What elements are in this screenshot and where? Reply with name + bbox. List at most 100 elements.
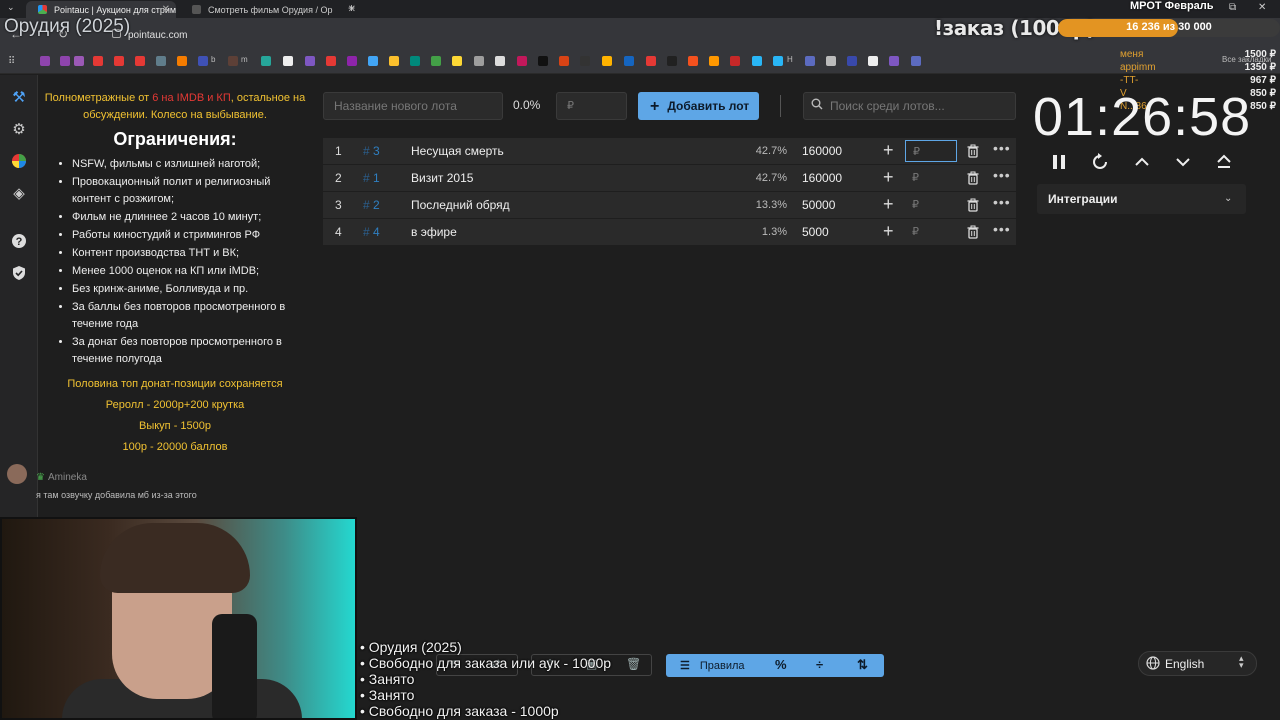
lot-name[interactable]: Несущая смерть [411,144,504,158]
chevron-down-icon[interactable] [1172,151,1194,173]
lot-name[interactable]: в эфире [411,225,457,239]
shield-icon[interactable] [10,265,28,283]
add-amount-icon[interactable]: + [883,140,894,161]
url-text[interactable]: pointauc.com [128,30,187,41]
bookmark-icon[interactable] [368,56,378,66]
lot-row[interactable]: 2 # 1 Визит 2015 42.7% 160000 + ₽ ••• [323,165,1016,191]
percent-icon[interactable]: % [775,657,787,672]
lot-add-amount-input[interactable]: ₽ [905,194,957,216]
double-chevron-up-icon[interactable] [1213,151,1235,173]
bookmark-icon[interactable] [452,56,462,66]
new-lot-amount-input[interactable]: ₽ [556,92,627,120]
trash-icon[interactable] [966,198,980,212]
lot-search-input[interactable]: Поиск среди лотов... [803,92,1016,120]
reset-timer-icon[interactable] [1089,151,1111,173]
bookmark-icon[interactable] [709,56,719,66]
bookmark-icon[interactable] [688,56,698,66]
bookmark-icon[interactable] [889,56,899,66]
bookmark-icon[interactable] [805,56,815,66]
bookmark-icon[interactable] [261,56,271,66]
lot-row[interactable]: 4 # 4 в эфире 1.3% 5000 + ₽ ••• [323,219,1016,245]
more-options-icon[interactable]: ••• [993,194,1011,210]
trash-icon[interactable] [966,144,980,158]
clear-lots-icon[interactable]: 🗑 [626,657,641,671]
rules-button[interactable]: ☰ Правила [680,659,745,672]
bookmark-icon[interactable] [826,56,836,66]
bookmark-icon[interactable] [410,56,420,66]
bookmark-icon[interactable] [495,56,505,66]
bookmark-icon[interactable] [911,56,921,66]
close-window-icon[interactable]: ✕ [1258,2,1266,13]
apps-icon[interactable]: ⠿ [8,56,15,67]
lot-add-amount-input[interactable]: ₽ [905,221,957,243]
bookmark-icon[interactable] [667,56,677,66]
add-amount-icon[interactable]: + [883,221,894,242]
lot-add-amount-input[interactable]: ₽ [905,140,957,162]
lot-amount[interactable]: 160000 [802,144,842,158]
pause-icon[interactable] [1048,151,1070,173]
lot-amount[interactable]: 160000 [802,171,842,185]
tab-film[interactable]: Смотреть фильм Орудия / Ор ✕ [180,1,362,18]
bookmark-icon[interactable] [431,56,441,66]
bookmark-icon[interactable] [228,56,238,66]
bookmark-icon[interactable] [646,56,656,66]
chevron-up-icon[interactable] [1131,151,1153,173]
layers-icon[interactable]: ◈ [10,185,28,203]
bookmark-label[interactable]: H [787,55,793,64]
close-icon[interactable]: ✕ [162,4,170,15]
bookmark-icon[interactable] [538,56,548,66]
bookmark-icon[interactable] [730,56,740,66]
trash-icon[interactable] [966,171,980,185]
tab-list-icon[interactable]: ⌄ [7,2,15,13]
lot-name[interactable]: Визит 2015 [411,171,473,185]
help-icon[interactable]: ? [10,233,28,251]
lot-add-amount-input[interactable]: ₽ [905,167,957,189]
restore-window-icon[interactable]: ⧉ [1229,2,1236,13]
lot-row[interactable]: 1 # 3 Несущая смерть 42.7% 160000 + ₽ ••… [323,138,1016,164]
bookmark-icon[interactable] [60,56,70,66]
lot-name[interactable]: Последний обряд [411,198,510,212]
new-tab-icon[interactable]: + [348,1,355,15]
add-amount-icon[interactable]: + [883,194,894,215]
chevron-down-icon[interactable]: ⌄ [1224,193,1232,204]
new-lot-name-input[interactable]: Название нового лота [323,92,503,120]
youtube-icon[interactable] [114,56,124,66]
add-amount-icon[interactable]: + [883,167,894,188]
add-lot-button[interactable]: + Добавить лот [638,92,759,120]
bookmark-icon[interactable] [389,56,399,66]
bookmark-icon[interactable] [559,56,569,66]
compact-view-icon[interactable]: ÷ [816,657,823,672]
wheel-icon[interactable] [10,153,28,171]
bookmark-icon[interactable] [93,56,103,66]
auction-hammer-icon[interactable]: ⚒ [10,89,28,107]
bookmark-icon[interactable] [773,56,783,66]
bookmark-icon[interactable] [156,56,166,66]
bookmark-icon[interactable] [847,56,857,66]
lot-row[interactable]: 3 # 2 Последний обряд 13.3% 50000 + ₽ ••… [323,192,1016,218]
more-options-icon[interactable]: ••• [993,221,1011,237]
bookmark-icon[interactable] [474,56,484,66]
bookmark-icon[interactable] [326,56,336,66]
bookmark-label[interactable]: m [241,55,248,64]
gear-icon[interactable]: ⚙ [10,121,28,139]
bookmark-icon[interactable] [602,56,612,66]
bookmark-icon[interactable] [517,56,527,66]
more-options-icon[interactable]: ••• [993,167,1011,183]
bookmark-icon[interactable] [347,56,357,66]
more-options-icon[interactable]: ••• [993,140,1011,156]
bookmark-icon[interactable] [305,56,315,66]
bookmark-icon[interactable] [580,56,590,66]
bookmark-icon[interactable] [624,56,634,66]
mail-icon[interactable] [177,56,187,66]
youtube-icon[interactable] [135,56,145,66]
sort-icon[interactable]: ⇅ [857,657,868,673]
lot-amount[interactable]: 50000 [802,198,835,212]
bookmark-icon[interactable] [198,56,208,66]
bookmark-label[interactable]: b [211,55,215,64]
bookmark-icon[interactable] [283,56,293,66]
bookmark-icon[interactable] [74,56,84,66]
bookmark-icon[interactable] [868,56,878,66]
bookmark-icon[interactable] [40,56,50,66]
lot-amount[interactable]: 5000 [802,225,829,239]
telegram-icon[interactable] [752,56,762,66]
